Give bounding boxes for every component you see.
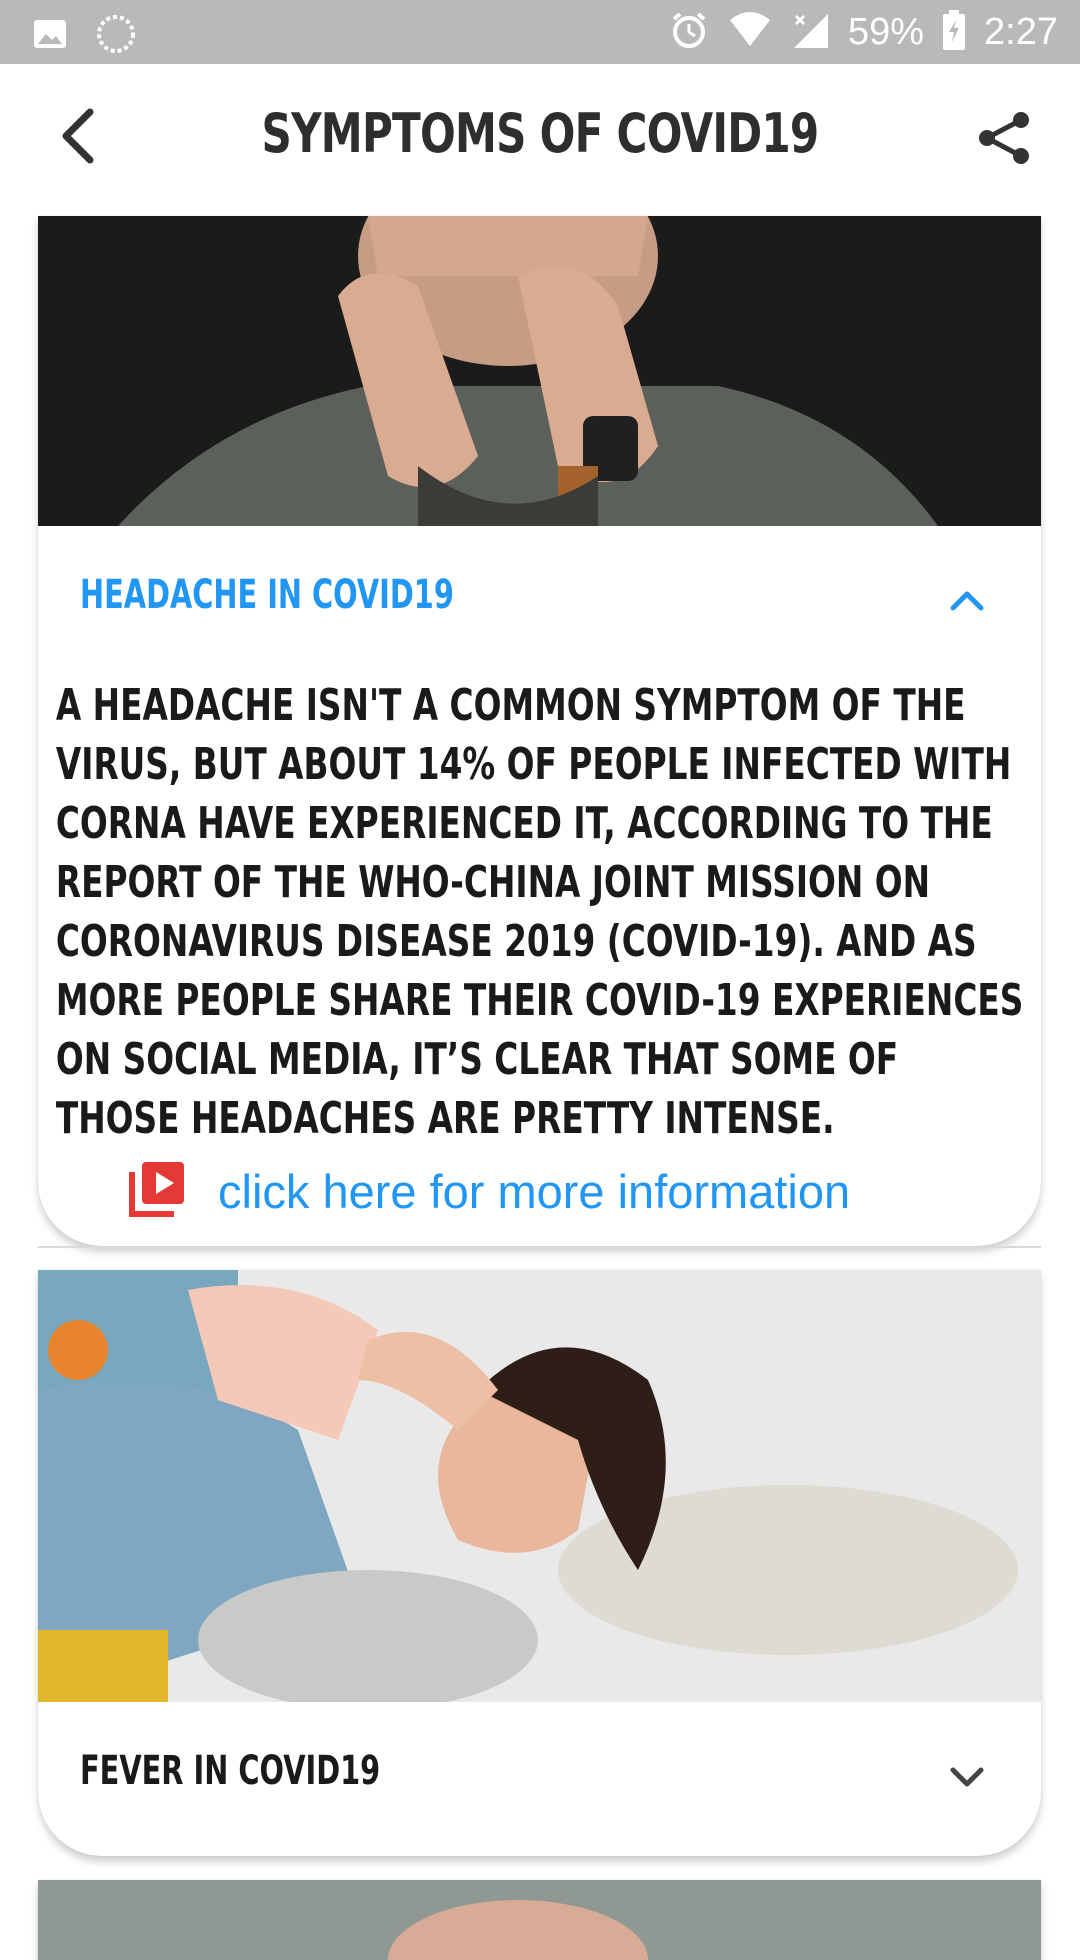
card-description: A headache isn't a common symptom of the… (55, 680, 1024, 1144)
headache-card-header[interactable]: HEADACHE IN COVID19 (38, 526, 1041, 676)
battery-charging-icon (942, 9, 966, 55)
divider (38, 1246, 1041, 1248)
share-icon (977, 110, 1033, 171)
chevron-up-icon[interactable] (945, 578, 989, 622)
symptom-card-headache: HEADACHE IN COVID19 A headache isn't a c… (38, 216, 1041, 1246)
gallery-notification-icon (32, 16, 68, 57)
clock: 2:27 (984, 10, 1058, 53)
battery-percent: 59% (847, 10, 925, 53)
sync-notification-icon (96, 14, 136, 59)
next-symptom-photo (38, 1880, 1041, 1960)
headache-photo (38, 216, 1041, 526)
chevron-down-icon[interactable] (945, 1754, 989, 1798)
symptom-card-next (38, 1880, 1041, 1960)
card-title: FEVER IN COVID19 (80, 1748, 381, 1794)
cellular-signal-icon (790, 10, 830, 55)
video-library-icon (128, 1160, 186, 1223)
back-button[interactable] (48, 108, 108, 168)
symptom-card-fever: FEVER IN COVID19 (38, 1270, 1041, 1856)
status-bar: 59% 2:27 (0, 0, 1080, 64)
more-information-text[interactable]: click here for more information (218, 1164, 850, 1219)
chevron-left-icon (58, 108, 98, 169)
fever-card-header[interactable]: FEVER IN COVID19 (38, 1702, 1041, 1852)
share-button[interactable] (970, 108, 1040, 172)
wifi-icon (728, 10, 772, 55)
card-title: HEADACHE IN COVID19 (80, 572, 454, 618)
app-bar: SYMPTOMS OF COVID19 (0, 64, 1080, 214)
fever-photo (38, 1270, 1041, 1710)
alarm-icon (668, 9, 710, 56)
more-information-link[interactable]: click here for more information (128, 1160, 850, 1223)
page-title: SYMPTOMS OF COVID19 (261, 102, 820, 165)
